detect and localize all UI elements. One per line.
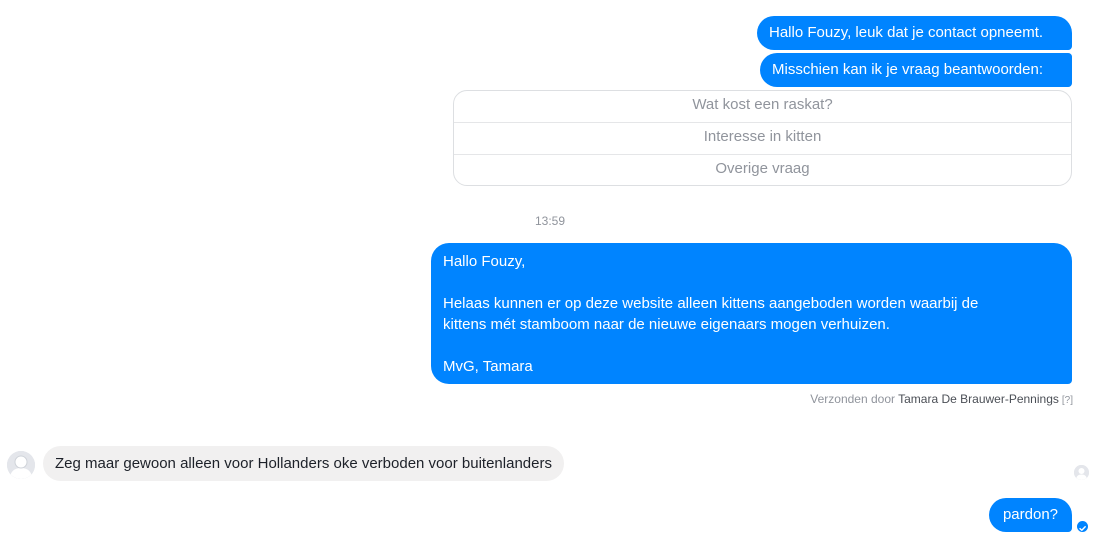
- outgoing-message-pardon[interactable]: pardon?: [989, 498, 1072, 532]
- outgoing-message-reply[interactable]: Hallo Fouzy, Helaas kunnen er op deze we…: [431, 243, 1072, 384]
- message-timestamp: 13:59: [535, 214, 566, 228]
- quick-reply-other-question[interactable]: Overige vraag: [454, 155, 1071, 185]
- reply-line-greeting: Hallo Fouzy,: [443, 253, 526, 270]
- quick-replies: Wat kost een raskat? Interesse in kitten…: [453, 90, 1072, 186]
- sent-by-prefix: Verzonden door: [810, 392, 895, 406]
- reply-line-body-1: Helaas kunnen er op deze website alleen …: [443, 295, 979, 312]
- user-avatar-icon[interactable]: [7, 451, 35, 479]
- sent-by-help-link[interactable]: [?]: [1062, 395, 1073, 406]
- incoming-message[interactable]: Zeg maar gewoon alleen voor Hollanders o…: [43, 446, 564, 481]
- sent-by-author-link[interactable]: Tamara De Brauwer-Pennings: [898, 392, 1059, 406]
- quick-reply-kitten-interest[interactable]: Interesse in kitten: [454, 123, 1071, 155]
- seen-avatar-icon: [1074, 465, 1089, 480]
- delivered-check-icon: [1077, 521, 1088, 532]
- sent-by-label: Verzonden door Tamara De Brauwer-Penning…: [810, 392, 1073, 406]
- reply-line-body-2: kittens mét stamboom naar de nieuwe eige…: [443, 316, 890, 333]
- reply-line-signature: MvG, Tamara: [443, 358, 533, 375]
- outgoing-message-question-intro[interactable]: Misschien kan ik je vraag beantwoorden:: [760, 53, 1072, 87]
- outgoing-message-greeting[interactable]: Hallo Fouzy, leuk dat je contact opneemt…: [757, 16, 1072, 50]
- quick-reply-price[interactable]: Wat kost een raskat?: [454, 91, 1071, 123]
